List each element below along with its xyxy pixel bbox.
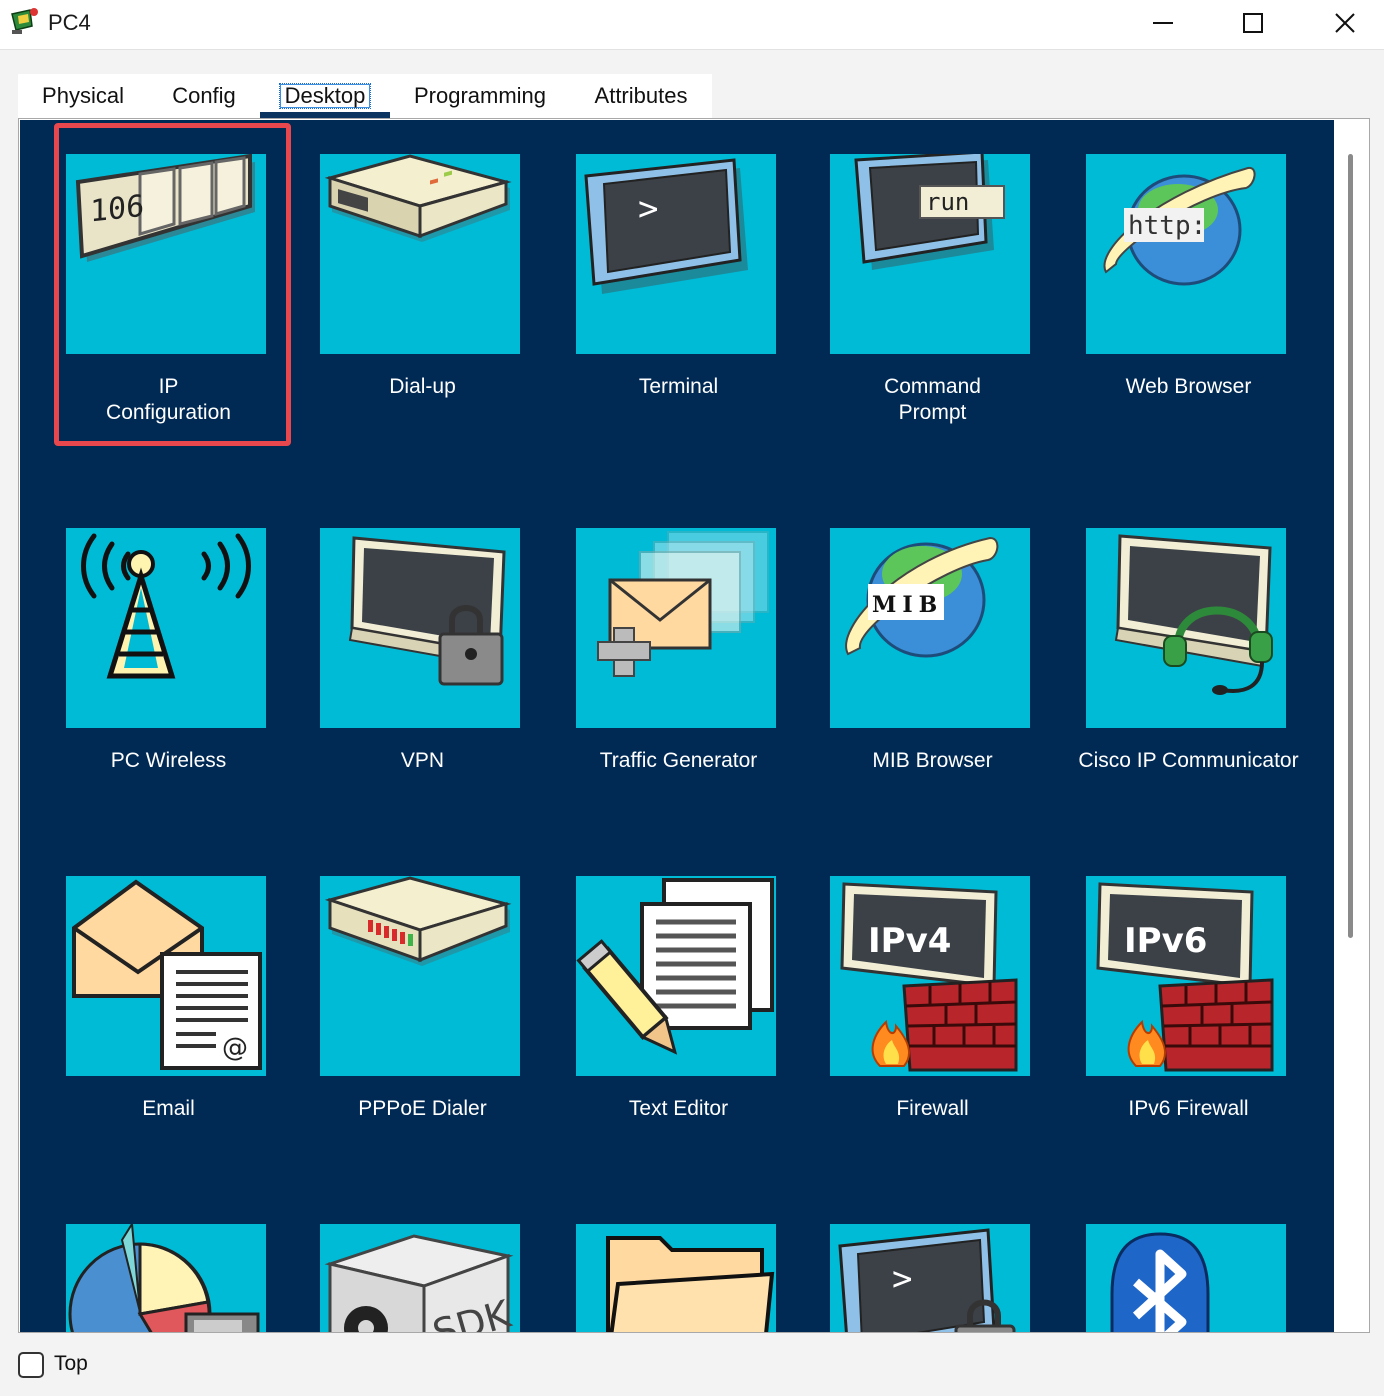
terminal-prompt-text: > bbox=[638, 189, 658, 229]
app-label: Traffic Generator bbox=[599, 749, 758, 772]
tab-label: Programming bbox=[413, 83, 547, 108]
desktop-area: 106 IP Configuration Dial-up > Terminal … bbox=[20, 120, 1334, 1332]
secure-terminal-icon: > bbox=[830, 1224, 1030, 1332]
folder-icon bbox=[576, 1224, 776, 1332]
mib-icon-text: MIB bbox=[872, 592, 943, 618]
app-label: Email bbox=[142, 1097, 195, 1120]
terminal-icon: > bbox=[576, 154, 776, 354]
dial-up-modem-icon bbox=[320, 154, 520, 354]
ipv6-firewall-icon: IPv6 bbox=[1086, 876, 1286, 1076]
app-label: IP Configuration bbox=[106, 375, 231, 424]
ip-config-icon-text: 106 bbox=[90, 189, 144, 230]
email-icon: @ bbox=[66, 876, 266, 1076]
minimize-button[interactable] bbox=[1118, 0, 1208, 46]
app-label: VPN bbox=[400, 749, 445, 772]
app-label: Web Browser bbox=[1125, 375, 1252, 398]
tab-config[interactable]: Config bbox=[148, 74, 260, 118]
tab-physical[interactable]: Physical bbox=[22, 74, 144, 118]
app-label: Dial-up bbox=[389, 375, 456, 398]
tab-label: Config bbox=[172, 83, 236, 108]
window-title: PC4 bbox=[48, 10, 91, 35]
app-label: Terminal bbox=[638, 375, 719, 398]
pppoe-modem-icon bbox=[320, 876, 520, 1076]
tab-label: Physical bbox=[42, 83, 124, 108]
app-label: Command Prompt bbox=[884, 375, 981, 424]
secure-terminal-prompt-text: > bbox=[892, 1259, 912, 1299]
maximize-icon bbox=[1243, 13, 1263, 33]
vertical-scrollbar[interactable] bbox=[1340, 120, 1366, 1332]
app-label: Text Editor bbox=[628, 1097, 729, 1120]
text-editor-icon bbox=[576, 876, 776, 1076]
svg-text:@: @ bbox=[222, 1033, 248, 1063]
top-checkbox-label: Top bbox=[54, 1352, 88, 1375]
traffic-generator-icon bbox=[576, 528, 776, 728]
close-button[interactable] bbox=[1300, 0, 1384, 46]
app-label: MIB Browser bbox=[872, 749, 993, 772]
maximize-button[interactable] bbox=[1208, 0, 1298, 46]
app-label: IPv6 Firewall bbox=[1128, 1097, 1249, 1120]
ip-configuration-icon: 106 bbox=[66, 154, 266, 354]
wireless-tower-icon bbox=[66, 528, 266, 728]
top-checkbox[interactable] bbox=[18, 1352, 44, 1378]
web-browser-icon: http: bbox=[1086, 154, 1286, 354]
packet-tracer-pc-icon bbox=[11, 8, 38, 34]
ipv4-icon-text: IPv4 bbox=[868, 921, 951, 961]
vpn-lock-icon bbox=[320, 528, 520, 728]
command-prompt-icon: run bbox=[830, 154, 1030, 354]
close-icon bbox=[1335, 13, 1355, 33]
headset-monitor-icon bbox=[1086, 528, 1286, 728]
app-label: PC Wireless bbox=[110, 749, 227, 772]
app-label: Cisco IP Communicator bbox=[1078, 749, 1299, 772]
minimize-icon bbox=[1153, 22, 1173, 24]
mib-browser-icon: MIB bbox=[830, 528, 1030, 728]
http-icon-text: http: bbox=[1128, 211, 1206, 241]
pie-chart-icon bbox=[66, 1224, 266, 1332]
bluetooth-icon bbox=[1086, 1224, 1286, 1332]
ipv6-icon-text: IPv6 bbox=[1124, 921, 1207, 961]
tab-programming[interactable]: Programming bbox=[400, 74, 560, 118]
sdk-box-icon: SDK bbox=[320, 1224, 520, 1332]
app-label: PPPoE Dialer bbox=[358, 1097, 487, 1120]
app-label: Firewall bbox=[896, 1097, 969, 1120]
scrollbar-thumb[interactable] bbox=[1348, 154, 1353, 938]
tab-attributes[interactable]: Attributes bbox=[574, 74, 708, 118]
tab-label: Attributes bbox=[594, 83, 688, 108]
ipv4-firewall-icon: IPv4 bbox=[830, 876, 1030, 1076]
tab-strip: Physical Config Desktop Programming Attr… bbox=[18, 74, 712, 118]
title-bar: PC4 bbox=[0, 0, 1384, 50]
run-icon-text: run bbox=[926, 188, 969, 216]
tab-label: Desktop bbox=[278, 83, 372, 109]
